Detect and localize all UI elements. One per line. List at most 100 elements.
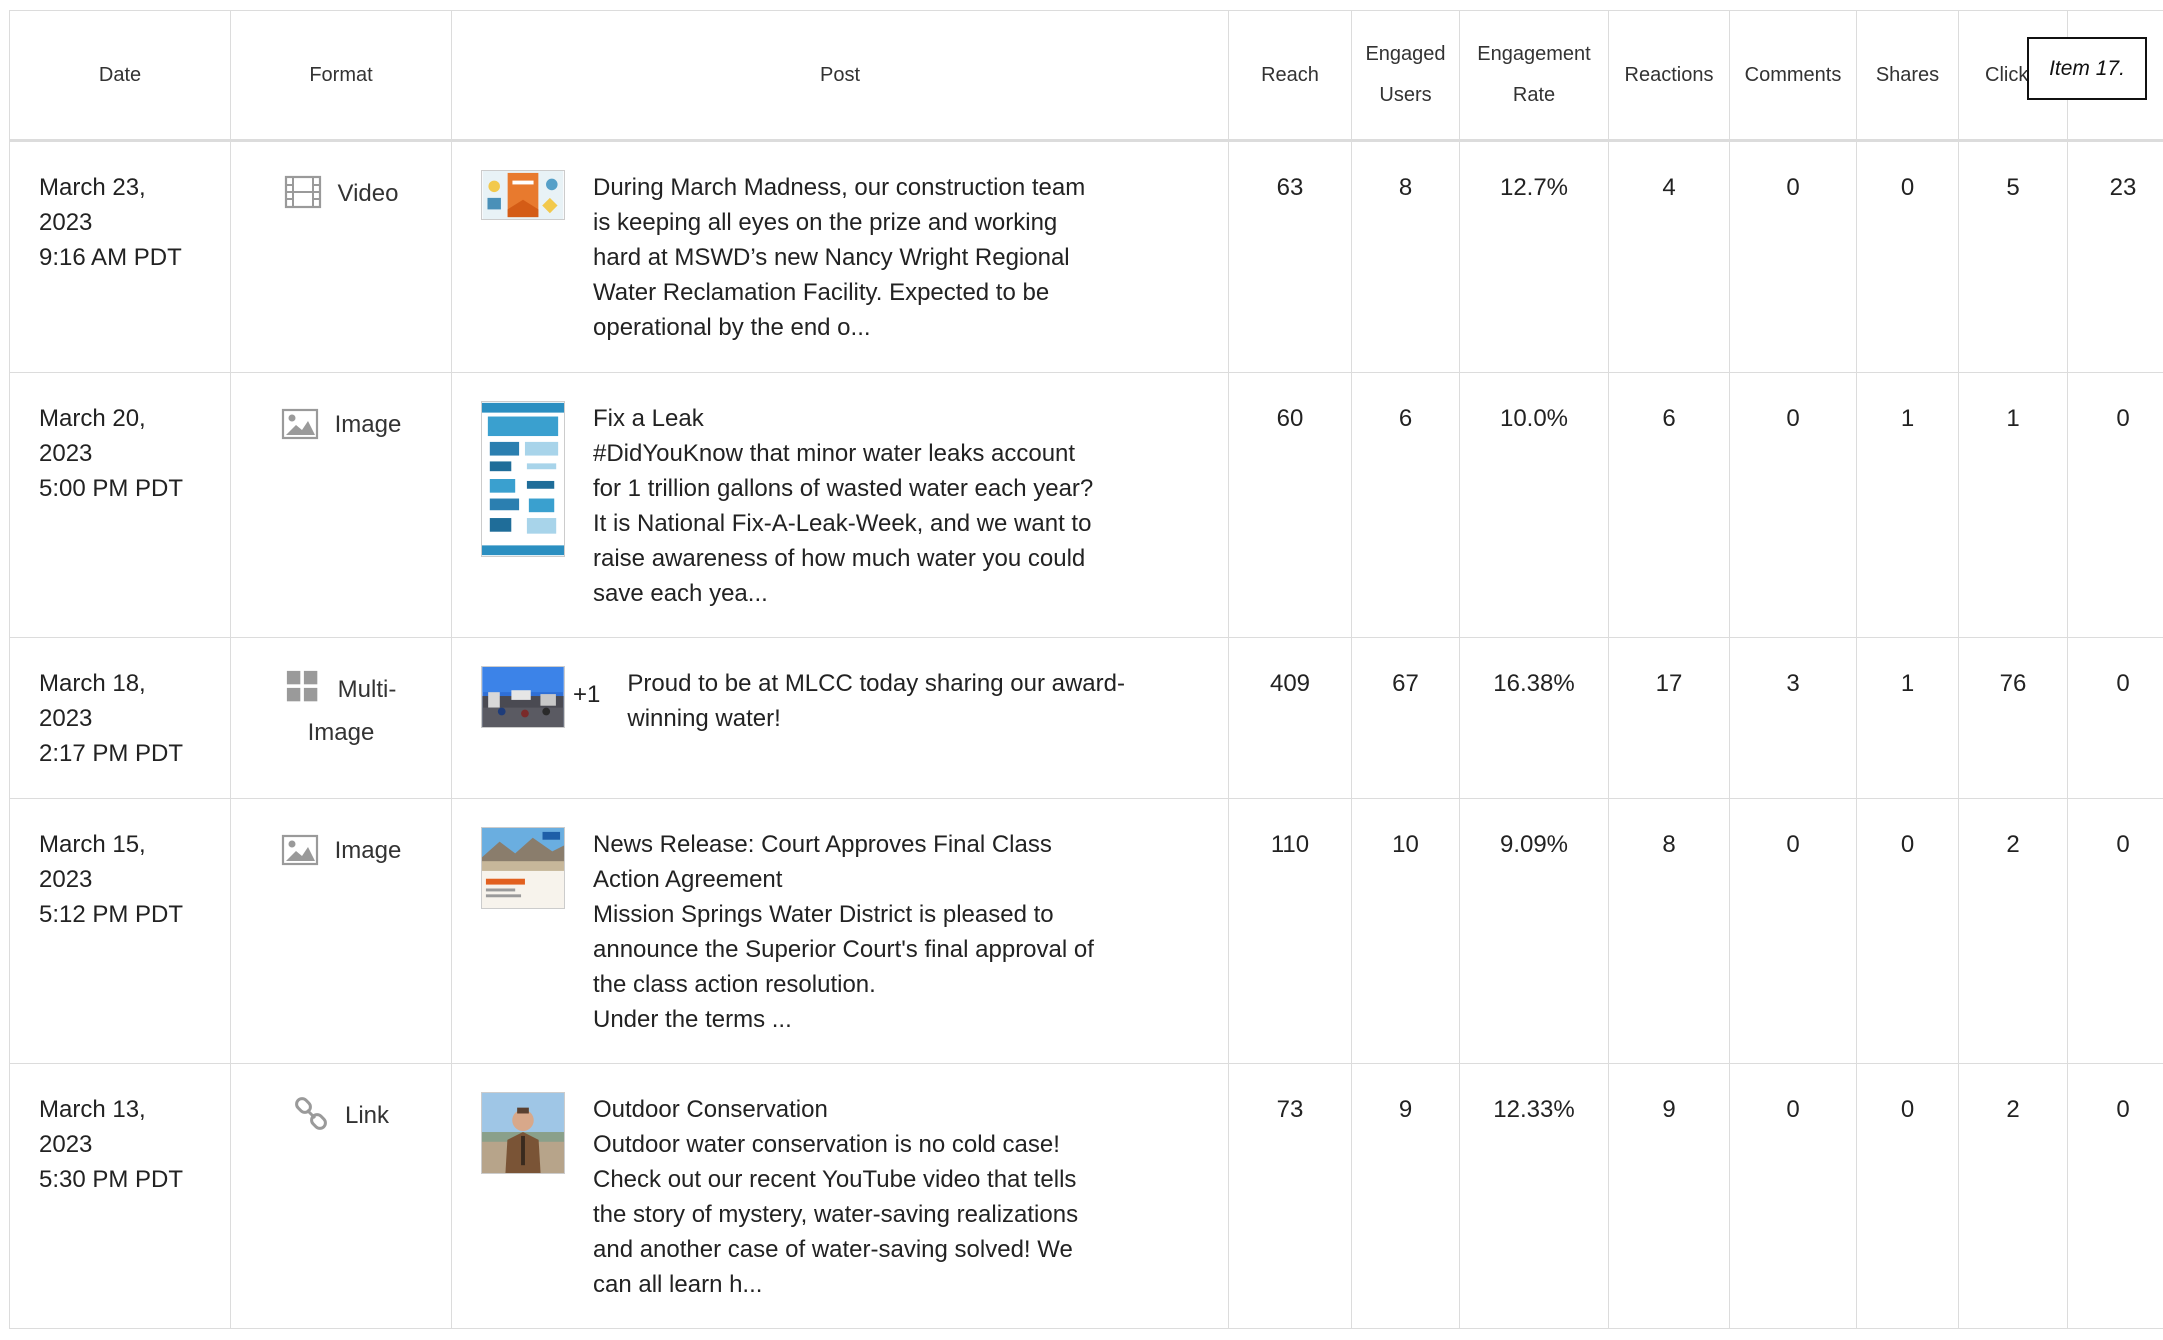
post-text-line: raise awareness of how much water you co… [593, 541, 1113, 576]
post-date: March 20, 2023 5:00 PM PDT [10, 373, 231, 638]
column-header-format[interactable]: Format [231, 11, 452, 141]
post-content[interactable]: +1 Proud to be at MLCC today sharing our… [452, 638, 1229, 799]
post-text-line: Under the terms ... [593, 1002, 1113, 1037]
image-icon [281, 405, 319, 443]
post-text-line: save each yea... [593, 576, 1113, 611]
reactions-value: 6 [1609, 373, 1730, 638]
year-line: 2023 [39, 205, 220, 240]
column-header-shares[interactable]: Shares [1857, 11, 1959, 141]
comments-value: 0 [1730, 1064, 1857, 1329]
post-text-line: the class action resolution. [593, 967, 1113, 1002]
post-format: Multi- Image [231, 638, 452, 799]
post-text-line: Outdoor water conservation is no cold ca… [593, 1127, 1113, 1162]
post-thumbnail[interactable] [481, 170, 565, 220]
post-date: March 15, 2023 5:12 PM PDT [10, 799, 231, 1064]
clicks-value: 76 [1959, 638, 2068, 799]
post-text-line: and another case of water-saving solved!… [593, 1232, 1113, 1267]
engagement-rate-value: 12.33% [1460, 1064, 1609, 1329]
shares-value: 1 [1857, 373, 1959, 638]
column-header-reactions[interactable]: Reactions [1609, 11, 1730, 141]
year-line: 2023 [39, 436, 220, 471]
post-text: During March Madness, our construction t… [593, 170, 1113, 345]
multi-image-grid-icon [286, 670, 320, 704]
clicks-value: 5 [1959, 141, 2068, 373]
table-row[interactable]: March 20, 2023 5:00 PM PDT Image [10, 373, 2163, 638]
column-header-engaged-users[interactable]: Engaged Users [1352, 11, 1460, 141]
shares-value: 1 [1857, 638, 1959, 799]
post-format: Link [231, 1064, 452, 1329]
year-line: 2023 [39, 862, 220, 897]
post-content[interactable]: News Release: Court Approves Final Class… [452, 799, 1229, 1064]
extra-value: 0 [2068, 638, 2163, 799]
post-text-line: Water Reclamation Facility. Expected to … [593, 275, 1113, 310]
column-header-clicks-label: Click [1985, 64, 2028, 86]
column-header-post[interactable]: Post [452, 11, 1229, 141]
engagement-rate-value: 16.38% [1460, 638, 1609, 799]
reach-value: 110 [1229, 799, 1352, 1064]
post-text-line: Proud to be at MLCC today sharing our aw… [627, 666, 1147, 701]
post-date: March 18, 2023 2:17 PM PDT [10, 638, 231, 799]
year-line: 2023 [39, 1127, 220, 1162]
post-title: News Release: Court Approves Final Class [593, 827, 1113, 862]
post-content[interactable]: Fix a Leak #DidYouKnow that minor water … [452, 373, 1229, 638]
column-header-engaged-users-label: Engaged Users [1361, 34, 1451, 116]
extra-value: 0 [2068, 799, 2163, 1064]
table-row[interactable]: March 13, 2023 5:30 PM PDT Link [10, 1064, 2163, 1329]
time-line: 9:16 AM PDT [39, 240, 220, 275]
reach-value: 63 [1229, 141, 1352, 373]
format-label-line: Multi- [338, 672, 397, 707]
post-date: March 13, 2023 5:30 PM PDT [10, 1064, 231, 1329]
comments-value: 0 [1730, 373, 1857, 638]
comments-value: 0 [1730, 141, 1857, 373]
column-header-comments[interactable]: Comments [1730, 11, 1857, 141]
time-line: 5:00 PM PDT [39, 471, 220, 506]
item-tooltip: Item 17. [2027, 37, 2147, 100]
date-line: March 13, [39, 1092, 220, 1127]
post-text-line: Mission Springs Water District is please… [593, 897, 1113, 932]
date-line: March 15, [39, 827, 220, 862]
reactions-value: 4 [1609, 141, 1730, 373]
engagement-rate-value: 10.0% [1460, 373, 1609, 638]
post-text-line: It is National Fix-A-Leak-Week, and we w… [593, 506, 1113, 541]
table-row[interactable]: March 18, 2023 2:17 PM PDT Multi- Image [10, 638, 2163, 799]
post-thumbnail[interactable] [481, 401, 565, 557]
link-chain-icon [293, 1096, 331, 1134]
post-text-line: Check out our recent YouTube video that … [593, 1162, 1113, 1197]
table-row[interactable]: March 15, 2023 5:12 PM PDT Image [10, 799, 2163, 1064]
table-header-row: Date Format Post Reach Engaged Users Eng… [10, 11, 2163, 141]
post-text: News Release: Court Approves Final Class… [593, 827, 1113, 1037]
extra-value: 0 [2068, 1064, 2163, 1329]
post-content[interactable]: During March Madness, our construction t… [452, 141, 1229, 373]
engaged-users-value: 6 [1352, 373, 1460, 638]
post-content[interactable]: Outdoor Conservation Outdoor water conse… [452, 1064, 1229, 1329]
comments-value: 3 [1730, 638, 1857, 799]
engaged-users-value: 9 [1352, 1064, 1460, 1329]
table-row[interactable]: March 23, 2023 9:16 AM PDT [10, 141, 2163, 373]
post-thumbnail[interactable] [481, 827, 565, 909]
more-media-count[interactable]: +1 [573, 681, 600, 709]
engagement-rate-value: 9.09% [1460, 799, 1609, 1064]
post-text: Outdoor Conservation Outdoor water conse… [593, 1092, 1113, 1302]
format-label: Link [345, 1098, 389, 1133]
post-text-line: is keeping all eyes on the prize and wor… [593, 205, 1113, 240]
post-text-line: hard at MSWD’s new Nancy Wright Regional [593, 240, 1113, 275]
engaged-users-value: 8 [1352, 141, 1460, 373]
column-header-engagement-rate[interactable]: Engagement Rate [1460, 11, 1609, 141]
date-line: March 18, [39, 666, 220, 701]
reactions-value: 9 [1609, 1064, 1730, 1329]
post-thumbnail[interactable] [481, 666, 565, 728]
clicks-value: 1 [1959, 373, 2068, 638]
column-header-reach[interactable]: Reach [1229, 11, 1352, 141]
engaged-users-value: 10 [1352, 799, 1460, 1064]
shares-value: 0 [1857, 1064, 1959, 1329]
post-thumbnail[interactable] [481, 1092, 565, 1174]
video-film-icon [284, 174, 322, 212]
extra-value: 0 [2068, 373, 2163, 638]
reactions-value: 17 [1609, 638, 1730, 799]
year-line: 2023 [39, 701, 220, 736]
post-text-line: operational by the end o... [593, 310, 1113, 345]
time-line: 5:30 PM PDT [39, 1162, 220, 1197]
clicks-value: 2 [1959, 799, 2068, 1064]
post-format: Image [231, 799, 452, 1064]
column-header-date[interactable]: Date [10, 11, 231, 141]
